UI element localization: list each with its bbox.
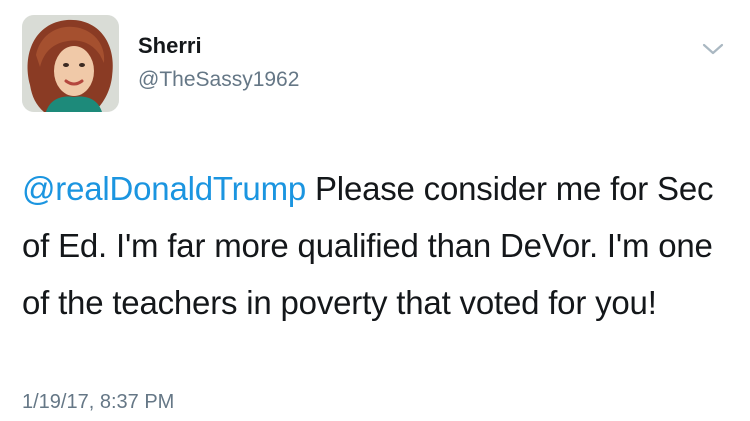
author-name[interactable]: Sherri — [138, 32, 202, 60]
chevron-down-icon[interactable] — [700, 38, 726, 60]
avatar[interactable] — [22, 15, 119, 112]
tweet-text: @realDonaldTrump Please consider me for … — [22, 160, 732, 331]
avatar-image — [22, 15, 119, 112]
tweet-timestamp[interactable]: 1/19/17, 8:37 PM — [22, 389, 174, 415]
author-handle[interactable]: @TheSassy1962 — [138, 66, 299, 94]
mention-link[interactable]: @realDonaldTrump — [22, 170, 306, 207]
tweet-card: Sherri @TheSassy1962 @realDonaldTrump Pl… — [0, 0, 750, 421]
